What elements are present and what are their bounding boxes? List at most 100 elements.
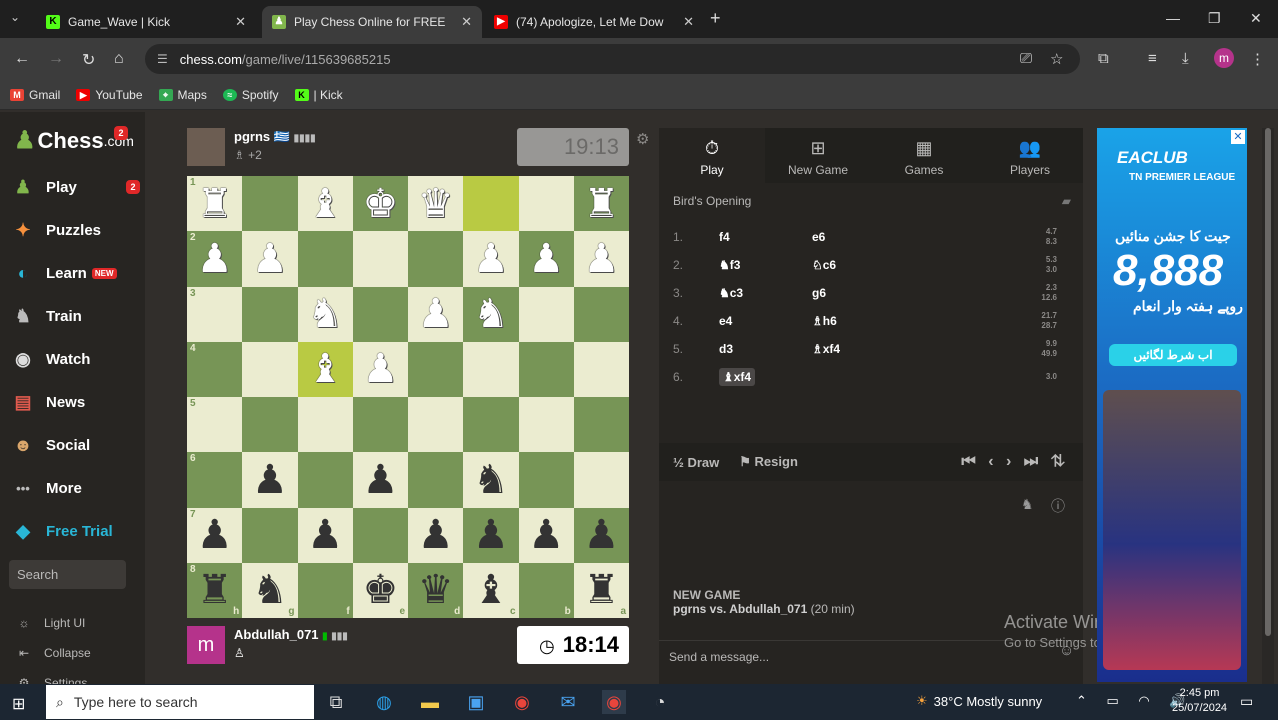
player-name[interactable]: Abdullah_071 ▮ ▮▮▮ — [234, 627, 348, 642]
back-button[interactable]: ← — [14, 50, 30, 68]
edge-icon[interactable]: ◍ — [372, 690, 396, 714]
extensions-icon[interactable]: ⧉ — [1098, 50, 1109, 67]
white-pawn-icon[interactable]: ♟ — [418, 294, 454, 334]
profile-avatar[interactable]: m — [1214, 48, 1234, 68]
nav-learn[interactable]: ◐ Learn NEW — [10, 258, 140, 288]
board-square[interactable]: ♝ — [297, 176, 353, 232]
board-square[interactable] — [297, 231, 353, 287]
board-square[interactable] — [518, 341, 574, 397]
board-square[interactable] — [242, 397, 298, 453]
ad-cta-button[interactable]: اب شرط لگائیں — [1109, 344, 1237, 366]
nav-watch[interactable]: ◉ Watch — [10, 344, 140, 374]
board-square[interactable] — [242, 176, 298, 232]
board-square[interactable]: ♟ — [518, 507, 574, 563]
black-move[interactable]: ♗xf4 — [798, 342, 998, 356]
board-square[interactable] — [573, 341, 629, 397]
board-square[interactable]: 8 h ♜ — [187, 562, 243, 618]
bookmark-spotify[interactable]: ≈ Spotify — [222, 88, 279, 102]
speedtest-icon[interactable]: ◔ — [648, 690, 672, 714]
board-square[interactable] — [518, 452, 574, 508]
tab-youtube[interactable]: ▶ (74) Apologize, Let Me Dow ✕ — [484, 6, 704, 38]
tab-chess[interactable]: ♟ Play Chess Online for FREE ✕ — [262, 6, 482, 38]
board-square[interactable]: g ♞ — [242, 562, 298, 618]
bookmark-youtube[interactable]: ▶ YouTube — [76, 88, 143, 102]
new-tab-button[interactable]: + — [710, 8, 721, 29]
install-app-icon[interactable]: ⎚ — [1020, 50, 1032, 67]
mail-icon[interactable]: ✉ — [556, 690, 580, 714]
board-square[interactable]: ♟ — [573, 231, 629, 287]
board-square[interactable] — [352, 286, 408, 342]
download-icon[interactable]: ⤓ — [1182, 50, 1189, 67]
white-queen-icon[interactable]: ♛ — [418, 184, 454, 224]
white-rook-icon[interactable]: ♜ — [583, 184, 619, 224]
player-avatar[interactable] — [187, 128, 225, 166]
white-move[interactable]: ♞f3 — [705, 258, 798, 272]
board-square[interactable]: c ♝ — [463, 562, 519, 618]
taskbar-search[interactable]: ⌕ Type here to search — [46, 685, 314, 719]
player-avatar[interactable]: m — [187, 626, 225, 664]
board-square[interactable]: 6 — [187, 452, 243, 508]
board-square[interactable] — [518, 176, 574, 232]
black-pawn-icon[interactable]: ♟ — [583, 515, 619, 555]
board-square[interactable] — [463, 397, 519, 453]
board-square[interactable]: ♟ — [518, 231, 574, 287]
board-square[interactable]: ♝ — [297, 341, 353, 397]
white-bishop-icon[interactable]: ♝ — [307, 184, 343, 224]
black-knight-icon[interactable]: ♞ — [252, 570, 288, 610]
task-view-icon[interactable]: ⧉ — [324, 690, 348, 714]
white-pawn-icon[interactable]: ♟ — [473, 239, 509, 279]
notification-icon[interactable]: ▭ — [1240, 693, 1253, 710]
white-pawn-icon[interactable]: ♟ — [252, 239, 288, 279]
white-knight-icon[interactable]: ♞ — [473, 294, 509, 334]
taskbar-clock[interactable]: 2:45 pm 25/07/2024 — [1172, 686, 1227, 716]
page-scrollbar[interactable] — [1262, 128, 1274, 684]
black-pawn-icon[interactable]: ♟ — [473, 515, 509, 555]
board-square[interactable]: ♛ — [408, 176, 464, 232]
black-pawn-icon[interactable]: ♟ — [528, 515, 564, 555]
board-square[interactable]: 2 ♟ — [187, 231, 243, 287]
menu-icon[interactable]: ⋮ — [1250, 50, 1265, 68]
board-square[interactable]: 3 — [187, 286, 243, 342]
black-king-icon[interactable]: ♚ — [362, 570, 398, 610]
board-square[interactable]: 4 — [187, 341, 243, 397]
chrome-active-icon[interactable]: ◉ — [602, 690, 626, 714]
board-square[interactable]: ♟ — [463, 507, 519, 563]
board-square[interactable] — [518, 286, 574, 342]
board-square[interactable]: ♟ — [297, 507, 353, 563]
nav-news[interactable]: ▤ News — [10, 387, 140, 417]
search-input[interactable]: Search — [9, 560, 126, 589]
board-square[interactable] — [352, 231, 408, 287]
board-square[interactable]: ♞ — [297, 286, 353, 342]
white-rook-icon[interactable]: ♜ — [197, 184, 233, 224]
store-icon[interactable]: ▣ — [464, 690, 488, 714]
nav-train[interactable]: ♞ Train — [10, 301, 140, 331]
board-square[interactable]: ♟ — [352, 452, 408, 508]
forward-button[interactable]: → — [48, 50, 64, 68]
black-pawn-icon[interactable]: ♟ — [418, 515, 454, 555]
black-move[interactable]: g6 — [798, 286, 998, 300]
site-info-icon[interactable]: ☰ — [157, 52, 168, 66]
close-window-button[interactable]: ✕ — [1250, 10, 1262, 27]
board-square[interactable] — [518, 397, 574, 453]
board-square[interactable] — [242, 507, 298, 563]
draw-button[interactable]: ½ Draw — [673, 455, 719, 470]
board-square[interactable] — [573, 397, 629, 453]
board-square[interactable] — [463, 341, 519, 397]
white-pawn-icon[interactable]: ♟ — [197, 239, 233, 279]
board-square[interactable] — [408, 341, 464, 397]
nav-social[interactable]: ☻ Social — [10, 430, 140, 460]
tab-play[interactable]: ⏱ Play — [659, 128, 765, 183]
move-navigation-icons[interactable]: ⏮ ‹ › ⏭ ⇅ — [961, 453, 1069, 471]
bookmark-gmail[interactable]: M Gmail — [10, 88, 60, 102]
nav-more[interactable]: ••• More — [10, 473, 140, 503]
board-square[interactable] — [408, 452, 464, 508]
nav-free-trial[interactable]: ◆ Free Trial — [10, 516, 140, 546]
address-bar[interactable]: ☰ chess.com/game/live/115639685215 — [145, 44, 1080, 74]
board-square[interactable]: 5 — [187, 397, 243, 453]
white-move[interactable]: f4 — [705, 230, 798, 244]
board-square[interactable]: b — [518, 562, 574, 618]
close-icon[interactable]: ✕ — [683, 14, 694, 30]
file-explorer-icon[interactable]: ▬ — [418, 690, 442, 714]
resign-button[interactable]: ⚑ Resign — [739, 454, 798, 470]
board-square[interactable]: d ♛ — [408, 562, 464, 618]
